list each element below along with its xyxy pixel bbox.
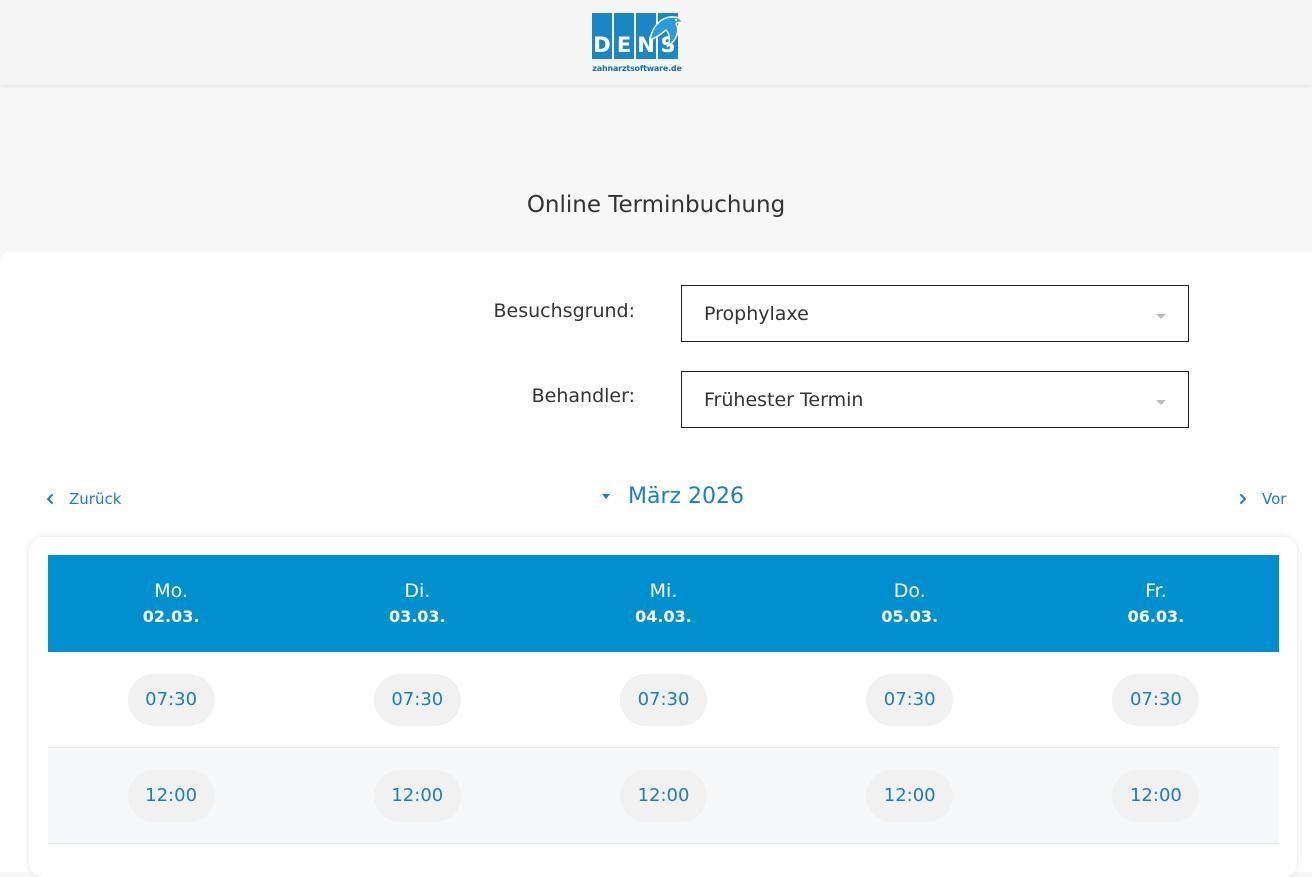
day-name: Mo. bbox=[154, 579, 188, 602]
prev-week-link[interactable]: Zurück bbox=[43, 490, 121, 508]
day-name: Di. bbox=[404, 579, 431, 602]
provider-select-value: Frühester Termin bbox=[704, 388, 864, 411]
slot-cell: 07:30 bbox=[294, 652, 540, 747]
time-slot-button[interactable]: 07:30 bbox=[620, 673, 707, 726]
time-slot-button[interactable]: 12:00 bbox=[127, 769, 215, 822]
time-slot-button[interactable]: 12:00 bbox=[866, 769, 954, 822]
day-date: 06.03. bbox=[1127, 606, 1185, 626]
slot-cell: 12:00 bbox=[540, 748, 786, 843]
day-header-wednesday: Mi. 04.03. bbox=[540, 555, 786, 652]
slot-cell: 12:00 bbox=[787, 748, 1033, 843]
time-slot-button[interactable]: 07:30 bbox=[1112, 673, 1200, 726]
dolphin-icon bbox=[649, 16, 683, 48]
time-slot-button[interactable]: 07:30 bbox=[373, 673, 461, 726]
slot-cell: 07:30 bbox=[1033, 652, 1279, 747]
time-slot-button[interactable]: 07:30 bbox=[127, 673, 215, 726]
day-header-thursday: Do. 05.03. bbox=[787, 555, 1033, 652]
logo-subtitle: zahnarztsoftware.de bbox=[592, 64, 682, 73]
next-week-label: Vor bbox=[1262, 490, 1287, 508]
provider-label: Behandler: bbox=[531, 385, 635, 407]
chevron-left-icon bbox=[47, 494, 53, 504]
slot-cell: 12:00 bbox=[1033, 748, 1279, 843]
day-date: 05.03. bbox=[881, 606, 939, 626]
caret-down-icon bbox=[602, 494, 610, 499]
day-date: 03.03. bbox=[388, 606, 446, 626]
provider-select[interactable]: Frühester Termin bbox=[681, 371, 1189, 428]
reason-label: Besuchsgrund: bbox=[493, 300, 635, 322]
time-slot-row: 07:30 07:30 07:30 07:30 07:30 bbox=[48, 652, 1279, 748]
caret-down-icon bbox=[1156, 314, 1166, 319]
day-date: 04.03. bbox=[635, 606, 692, 626]
day-date: 02.03. bbox=[142, 606, 200, 626]
prev-week-label: Zurück bbox=[69, 490, 122, 508]
next-week-link[interactable]: Vor bbox=[1236, 490, 1286, 508]
slot-cell: 07:30 bbox=[540, 652, 786, 747]
page-title: Online Terminbuchung bbox=[526, 192, 786, 218]
time-slot-button[interactable]: 07:30 bbox=[866, 673, 954, 726]
day-header-tuesday: Di. 03.03. bbox=[294, 555, 540, 652]
month-label: März 2026 bbox=[628, 484, 745, 509]
day-name: Fr. bbox=[1145, 579, 1167, 602]
calendar-header: Mo. 02.03. Di. 03.03. Mi. 04.03. Do. 05.… bbox=[48, 555, 1279, 652]
slot-cell: 07:30 bbox=[787, 652, 1033, 747]
time-slot-row: 12:00 12:00 12:00 12:00 12:00 bbox=[48, 748, 1279, 844]
slot-cell: 12:00 bbox=[294, 748, 540, 843]
day-header-friday: Fr. 06.03. bbox=[1033, 555, 1279, 652]
day-header-monday: Mo. 02.03. bbox=[48, 555, 294, 652]
logo-letter: D bbox=[592, 13, 612, 59]
top-bar: D E N S zahnarztsoftware.de bbox=[0, 0, 1312, 85]
time-slot-button[interactable]: 12:00 bbox=[373, 769, 461, 822]
time-slot-button[interactable]: 12:00 bbox=[1112, 769, 1200, 822]
logo-letter: E bbox=[614, 13, 634, 59]
reason-select-value: Prophylaxe bbox=[704, 302, 809, 325]
reason-select[interactable]: Prophylaxe bbox=[681, 285, 1189, 342]
caret-down-icon bbox=[1156, 400, 1166, 405]
slot-cell: 07:30 bbox=[48, 652, 294, 747]
time-slot-button[interactable]: 12:00 bbox=[620, 769, 707, 822]
day-name: Do. bbox=[893, 579, 926, 602]
day-name: Mi. bbox=[649, 579, 678, 602]
slot-cell: 12:00 bbox=[48, 748, 294, 843]
chevron-right-icon bbox=[1240, 494, 1246, 504]
dens-logo[interactable]: D E N S zahnarztsoftware.de bbox=[592, 12, 684, 76]
month-selector[interactable]: März 2026 bbox=[602, 484, 744, 509]
